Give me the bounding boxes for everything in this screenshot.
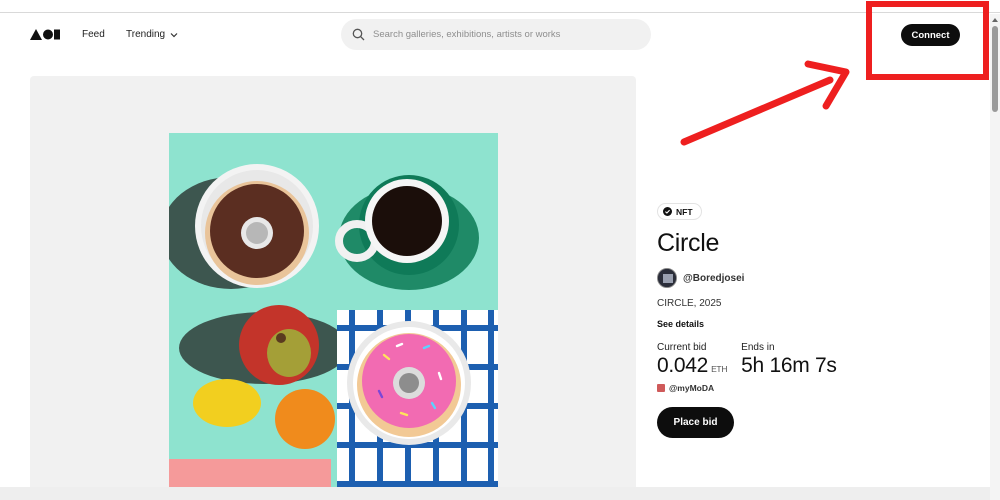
avatar[interactable] xyxy=(657,268,677,288)
artwork-panel xyxy=(30,76,636,500)
horizontal-scrollbar[interactable] xyxy=(0,487,990,500)
current-bid-value-row: 0.042 ETH xyxy=(657,354,727,378)
bidder-avatar xyxy=(657,384,665,392)
artist-row[interactable]: @Boredjosei xyxy=(657,268,977,288)
current-bid-value: 0.042 xyxy=(657,354,709,377)
bid-info: Current bid 0.042 ETH Ends in 5h 16m 7s xyxy=(657,342,977,378)
verified-check-icon xyxy=(663,207,672,216)
current-bid-block: Current bid 0.042 ETH xyxy=(657,342,727,378)
nft-badge-label: NFT xyxy=(676,206,693,217)
collection-label: CIRCLE, 2025 xyxy=(657,298,722,309)
ends-in-label: Ends in xyxy=(741,342,775,353)
chevron-down-icon xyxy=(170,32,178,37)
search-icon xyxy=(352,28,365,41)
ends-in-block: Ends in 5h 16m 7s xyxy=(741,342,837,378)
nav-trending-dropdown[interactable]: Trending xyxy=(126,29,178,40)
page-scrollbar[interactable] xyxy=(990,14,1000,500)
bidder-handle[interactable]: @myMoDA xyxy=(669,383,714,393)
current-bid-label: Current bid xyxy=(657,342,707,353)
nav-feed-link[interactable]: Feed xyxy=(82,29,105,40)
current-bid-unit: ETH xyxy=(711,364,728,374)
avatar-image xyxy=(658,269,676,287)
artwork-image[interactable] xyxy=(169,133,498,500)
see-details-link[interactable]: See details xyxy=(657,319,704,329)
place-bid-button[interactable]: Place bid xyxy=(657,407,734,438)
artist-handle[interactable]: @Boredjosei xyxy=(683,273,744,284)
browser-top-edge xyxy=(0,0,1000,13)
nft-badge: NFT xyxy=(657,203,702,220)
artwork-title: Circle xyxy=(657,229,720,257)
ends-in-value: 5h 16m 7s xyxy=(741,354,837,377)
scroll-up-arrow-icon[interactable] xyxy=(991,16,999,24)
search-input[interactable] xyxy=(373,29,643,40)
artwork-info: NFT Circle @Boredjosei CIRCLE, 2025 See … xyxy=(657,203,977,438)
top-bidder[interactable]: @myMoDA xyxy=(657,383,977,393)
scrollbar-thumb[interactable] xyxy=(992,26,998,112)
logo-icon[interactable] xyxy=(30,28,60,40)
annotation-arrow xyxy=(680,60,850,146)
search-bar[interactable] xyxy=(341,19,651,50)
annotation-highlight-box xyxy=(866,1,989,80)
nav-trending-label: Trending xyxy=(126,29,166,40)
